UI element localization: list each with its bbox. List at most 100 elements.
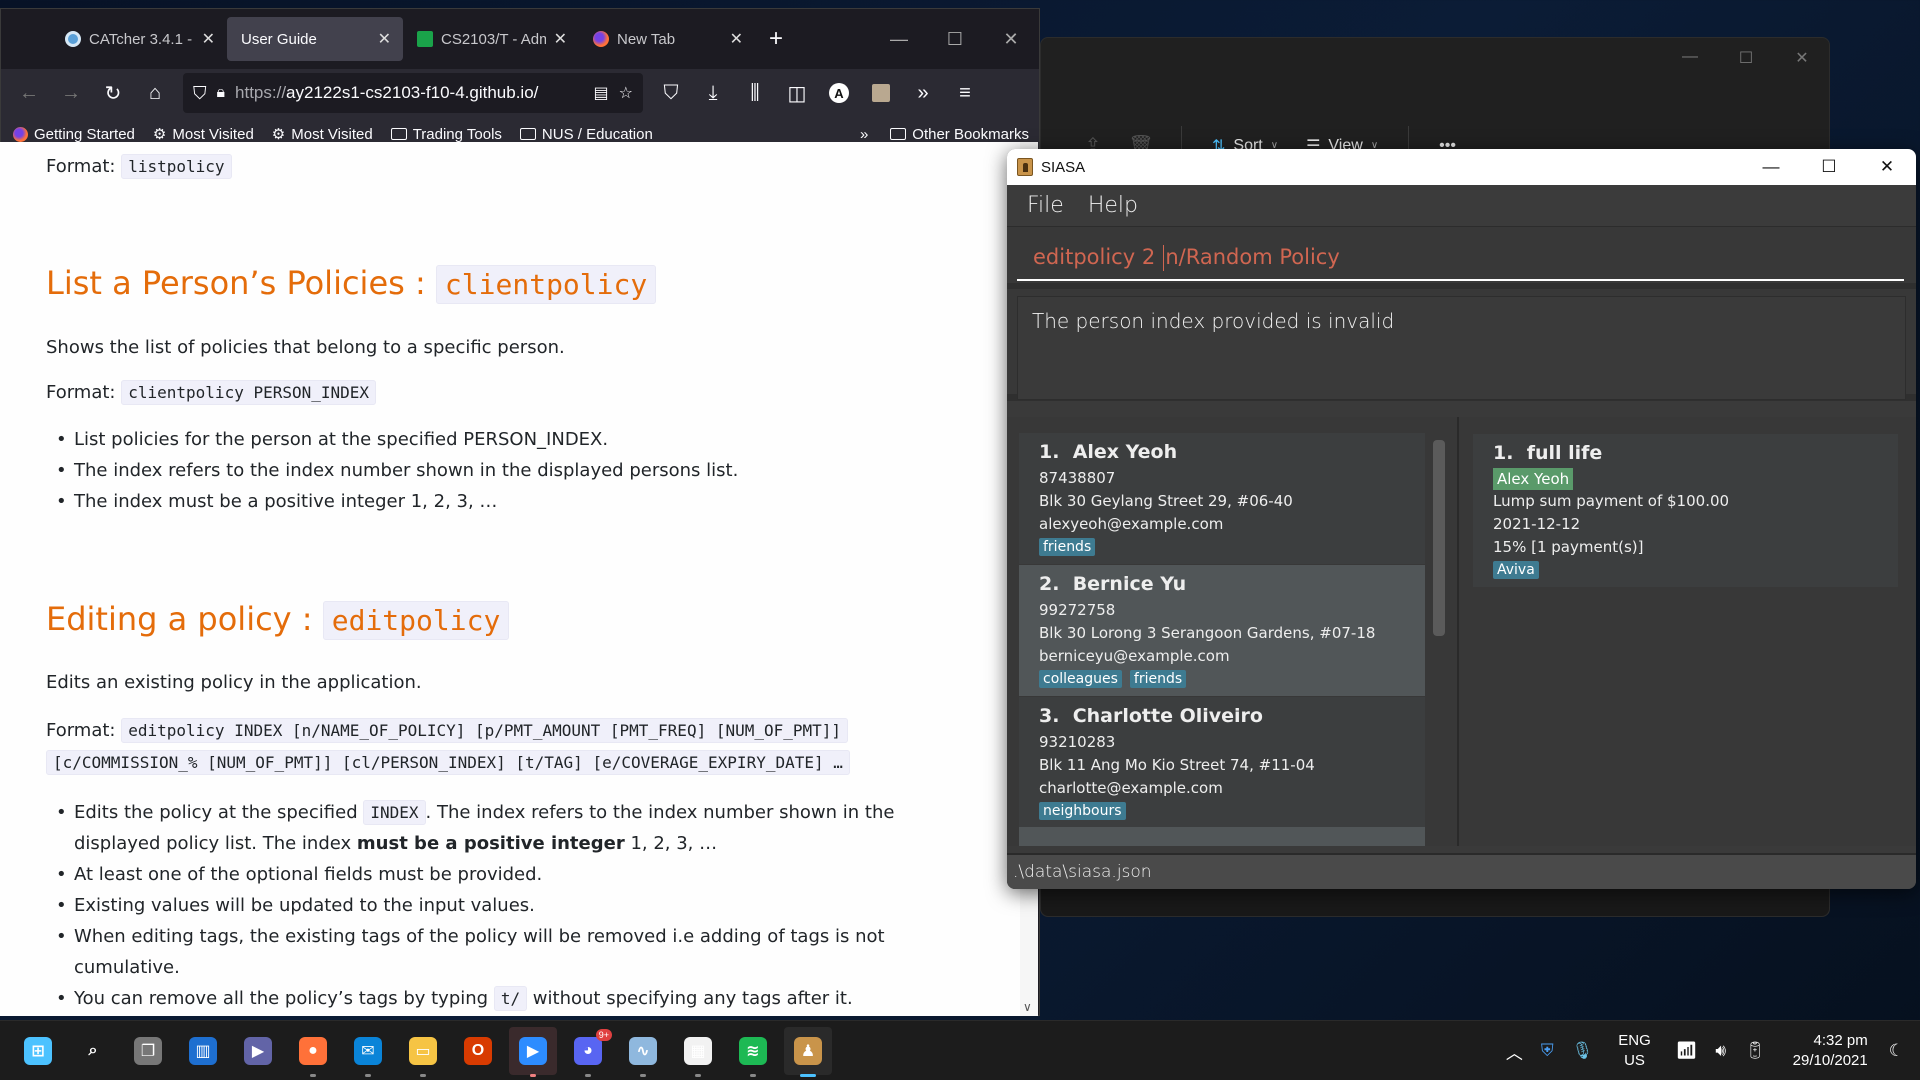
taskbar-app-widgets[interactable]: ▥ (179, 1027, 227, 1075)
shield-check-icon[interactable]: ⛨ (1541, 1041, 1554, 1061)
battery-icon[interactable]: 🔋︎ (1744, 1041, 1766, 1061)
focus-assist-moon-icon[interactable]: ☾ (1889, 1041, 1904, 1061)
taskbar-app-search[interactable]: ⌕ (69, 1027, 117, 1075)
tag: friends (1129, 670, 1187, 688)
bookmark-label: Most Visited (291, 125, 373, 143)
lock-icon[interactable]: 🔒︎ (217, 84, 226, 102)
clock[interactable]: 4:32 pm 29/10/2021 (1793, 1031, 1868, 1071)
tab-catcher[interactable]: CATcher 3.4.1 - n ✕ (51, 17, 227, 61)
hamburger-menu-icon[interactable]: ≡ (945, 75, 985, 111)
taskbar-app-office[interactable]: O (454, 1027, 502, 1075)
bookmark-nus-education[interactable]: NUS / Education (519, 126, 653, 143)
wifi-icon[interactable]: 📶︎ (1676, 1041, 1698, 1061)
bookmark-label: Getting Started (34, 125, 135, 143)
microphone-icon[interactable]: 🎙︎ (1572, 1041, 1594, 1061)
heading-text: List a Person’s Policies : (46, 264, 436, 302)
taskbar-app-siasa[interactable]: ♟ (784, 1027, 832, 1077)
close-tab-icon[interactable]: ✕ (378, 29, 391, 49)
tab-title: CATcher 3.4.1 - n (89, 30, 194, 48)
text: without specifying any tags after it. (527, 988, 853, 1009)
bookmark-most-visited-2[interactable]: ⚙ Most Visited (272, 125, 373, 144)
volume-icon[interactable]: 🔊︎ (1715, 1041, 1726, 1061)
person-card[interactable]: 2. Bernice Yu 99272758 Blk 30 Lorong 3 S… (1019, 565, 1425, 696)
taskbar-app-zoom[interactable]: ▶ (509, 1027, 557, 1077)
search-icon: ⌕ (88, 1042, 98, 1059)
result-message: The person index provided is invalid (1017, 296, 1906, 400)
close-icon[interactable]: ✕ (1789, 48, 1815, 68)
command-box: editpolicy 2 n/Random Policy (1007, 227, 1916, 289)
maximize-icon[interactable]: ☐ (927, 29, 983, 50)
overflow-menu-icon[interactable]: » (903, 75, 943, 111)
text: . The index refers to the index number s… (425, 802, 895, 823)
tab-new-tab[interactable]: New Tab ✕ (579, 17, 755, 61)
notification-badge: 9+ (595, 1029, 612, 1041)
command-input[interactable]: editpolicy 2 n/Random Policy (1017, 241, 1904, 281)
reload-icon[interactable]: ↻ (93, 75, 133, 111)
policy-list: 1. full life Alex Yeoh Lump sum payment … (1459, 417, 1916, 846)
section-heading-clientpolicy: List a Person’s Policies : clientpolicy (46, 264, 657, 304)
tab-cs2103[interactable]: CS2103/T - Adm ✕ (403, 17, 579, 61)
close-tab-icon[interactable]: ✕ (730, 29, 743, 49)
chevron-up-icon[interactable]: ︿ (1506, 1039, 1523, 1064)
taskbar-app-discord[interactable]: ◕ 9+ (564, 1027, 612, 1077)
taskbar-app-teams-chat[interactable]: ▶ (234, 1027, 282, 1075)
pocket-icon[interactable]: ⛉ (651, 75, 691, 111)
sidebar-icon[interactable]: ◫ (777, 75, 817, 111)
close-icon[interactable]: ✕ (1858, 149, 1916, 185)
bullet-item: At least one of the optional fields must… (38, 859, 894, 890)
running-indicator (365, 1074, 371, 1077)
url-text[interactable]: https://ay2122s1-cs2103-f10-4.github.io/ (235, 83, 584, 103)
language-indicator[interactable]: ENG US (1618, 1031, 1651, 1071)
taskbar-app-mail[interactable]: ✉ (344, 1027, 392, 1077)
bookmark-most-visited[interactable]: ⚙ Most Visited (153, 125, 254, 144)
tab-user-guide[interactable]: User Guide ✕ (227, 17, 403, 61)
taskbar-app-performance-monitor[interactable]: ∿ (619, 1027, 667, 1077)
url-bar[interactable]: ⛉ 🔒︎ https://ay2122s1-cs2103-f10-4.githu… (183, 73, 643, 113)
minimize-icon[interactable]: — (1742, 149, 1800, 185)
bookmark-other-bookmarks[interactable]: Other Bookmarks (890, 126, 1029, 143)
person-card[interactable] (1019, 827, 1425, 846)
reader-view-icon[interactable]: ▤ (594, 83, 609, 103)
home-icon[interactable]: ⌂ (135, 75, 175, 111)
menu-file[interactable]: File (1027, 193, 1064, 218)
library-icon[interactable]: ⫼ (735, 75, 775, 111)
extension-icon[interactable] (861, 75, 901, 111)
person-card[interactable]: 1. Alex Yeoh 87438807 Blk 30 Geylang Str… (1019, 433, 1425, 564)
bookmark-getting-started[interactable]: Getting Started (13, 126, 135, 143)
person-email: berniceyu@example.com (1039, 647, 1230, 665)
person-tags: colleagues friends (1039, 670, 1405, 688)
taskbar-app-spotify[interactable]: ≋ (729, 1027, 777, 1077)
person-card[interactable]: 3. Charlotte Oliveiro 93210283 Blk 11 An… (1019, 697, 1425, 828)
taskbar-app-task-view[interactable]: ❐ (124, 1027, 172, 1075)
new-tab-button[interactable]: + (755, 25, 797, 53)
taskbar-app-start[interactable]: ⊞ (14, 1027, 62, 1075)
bookmarks-overflow-icon[interactable]: » (860, 126, 868, 143)
tag: colleagues (1039, 670, 1122, 688)
maximize-icon[interactable]: ☐ (1800, 149, 1858, 185)
command-text: n/Random Policy (1165, 245, 1340, 269)
close-icon[interactable]: ✕ (983, 29, 1039, 50)
person-list-scrollbar[interactable] (1433, 440, 1445, 636)
minimize-icon[interactable]: — (1677, 48, 1703, 68)
back-icon[interactable]: ← (9, 75, 49, 111)
close-tab-icon[interactable]: ✕ (554, 29, 567, 49)
zoom-icon: ▶ (519, 1037, 547, 1065)
policy-card[interactable]: 1. full life Alex Yeoh Lump sum payment … (1473, 434, 1898, 587)
taskbar-app-file-explorer[interactable]: ▭ (399, 1027, 447, 1077)
minimize-icon[interactable]: — (871, 29, 927, 50)
maximize-icon[interactable]: ☐ (1733, 48, 1759, 68)
taskbar-app-firefox[interactable]: ● (289, 1027, 337, 1077)
account-icon[interactable]: A (819, 75, 859, 111)
scroll-down-icon[interactable]: ∨ (1023, 1000, 1032, 1014)
bullet-item: Edits the policy at the specified INDEX.… (38, 797, 894, 859)
taskbar-app-microsoft-store[interactable]: ▦ (674, 1027, 722, 1077)
forward-icon[interactable]: → (51, 75, 91, 111)
taskbar-apps: ⊞ ⌕ ❐ ▥ ▶ ● ✉ ▭ O ▶ ◕ 9+ ∿ ▦ ≋ ♟ (14, 1027, 832, 1077)
downloads-icon[interactable]: ⤓ (693, 75, 733, 111)
bookmark-trading-tools[interactable]: Trading Tools (390, 126, 502, 143)
close-tab-icon[interactable]: ✕ (202, 29, 215, 49)
bookmark-star-icon[interactable]: ☆ (619, 83, 633, 103)
shield-icon[interactable]: ⛉ (193, 83, 207, 104)
format-label: Format: (46, 156, 116, 177)
menu-help[interactable]: Help (1088, 193, 1138, 218)
